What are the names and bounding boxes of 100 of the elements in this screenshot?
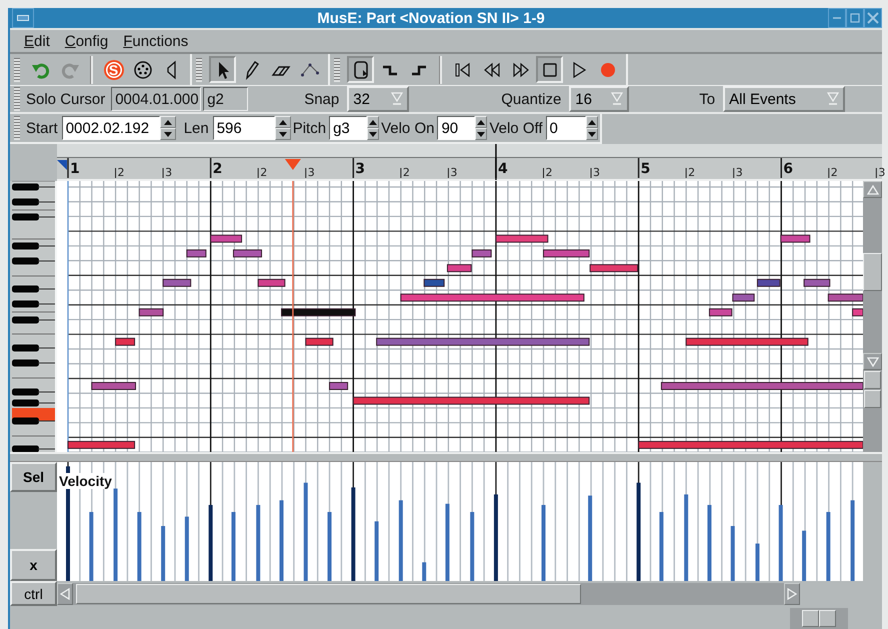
splitter-handle[interactable] <box>10 452 882 462</box>
note-block[interactable] <box>186 249 206 258</box>
zoom-out-button[interactable] <box>802 610 819 627</box>
ruler-label: 3 <box>308 166 315 179</box>
left-arrow-icon <box>60 588 70 600</box>
spin-down-button[interactable] <box>586 128 598 140</box>
zoom-in-button[interactable] <box>864 371 881 389</box>
spin-up-button[interactable] <box>274 116 291 128</box>
spin-down-button[interactable] <box>160 128 176 140</box>
note-block[interactable] <box>446 264 472 272</box>
note-block[interactable] <box>804 278 830 287</box>
spin-up-button[interactable] <box>586 116 598 128</box>
left-locator-marker[interactable] <box>57 160 67 170</box>
right-arrow-icon <box>787 588 797 600</box>
down-arrow-icon <box>866 356 878 366</box>
menu-item[interactable]: Config <box>64 32 108 50</box>
up-arrow-icon <box>866 184 878 194</box>
note-block[interactable] <box>780 234 810 243</box>
input-field[interactable]: 90 <box>437 116 476 140</box>
toolbar-grip[interactable] <box>14 58 20 82</box>
ruler-label: 3 <box>165 166 172 179</box>
spin-up-button[interactable] <box>160 116 176 128</box>
note-block[interactable] <box>68 440 136 449</box>
spin-up-button[interactable] <box>475 116 488 128</box>
scroll-left-button[interactable] <box>57 583 73 605</box>
toolbar-grip[interactable] <box>334 58 340 82</box>
note-block[interactable] <box>281 308 356 316</box>
controller-button[interactable]: ctrl <box>10 581 57 606</box>
note-block[interactable] <box>210 234 242 243</box>
select-button[interactable]: Sel <box>10 462 57 492</box>
ruler-label: 6 <box>783 161 793 177</box>
note-block[interactable] <box>305 338 334 346</box>
zoom-out-button[interactable] <box>864 390 881 408</box>
toolbar-grip[interactable] <box>196 58 202 82</box>
playhead-marker[interactable] <box>284 159 301 170</box>
note-block[interactable] <box>329 382 348 390</box>
toolbar-grip[interactable] <box>14 87 20 111</box>
scroll-down-button[interactable] <box>863 353 882 370</box>
note-block[interactable] <box>495 234 548 243</box>
note-block[interactable] <box>138 308 164 316</box>
toolbar-grip[interactable] <box>14 116 20 140</box>
input-field[interactable]: 0002.02.192 <box>62 116 160 140</box>
zoom-in-button[interactable] <box>819 610 836 627</box>
window-menu-button[interactable] <box>12 8 34 28</box>
scroll-thumb[interactable] <box>76 584 581 604</box>
input-field[interactable]: 596 <box>212 116 275 140</box>
dropdown[interactable]: 16 <box>569 86 630 112</box>
ruler-label: 5 <box>640 161 650 177</box>
note-block[interactable] <box>638 440 863 449</box>
midi-connector-icon <box>132 60 152 80</box>
input-field[interactable]: 0 <box>546 116 586 140</box>
note-block[interactable] <box>756 278 780 287</box>
note-block[interactable] <box>828 294 863 302</box>
note-block[interactable] <box>258 278 286 287</box>
note-block[interactable] <box>162 278 192 287</box>
down-arrow-icon <box>588 132 596 136</box>
loop-button[interactable] <box>347 56 374 83</box>
maximize-icon <box>850 13 860 23</box>
menu-item[interactable]: Edit <box>24 32 50 50</box>
up-arrow-icon <box>278 120 287 124</box>
note-block[interactable] <box>852 308 863 316</box>
note-block[interactable] <box>376 338 590 346</box>
down-arrow-icon <box>477 132 486 136</box>
ruler-label: 2 <box>830 166 838 179</box>
ruler-label: 2 <box>402 166 410 179</box>
combo-label: To <box>699 90 716 108</box>
controller-title: Velocity <box>59 473 113 489</box>
note-block[interactable] <box>232 249 262 258</box>
window-menu-icon <box>17 15 29 21</box>
minimize-icon <box>833 17 841 19</box>
scroll-thumb[interactable] <box>863 253 882 291</box>
scroll-right-button[interactable] <box>784 583 800 605</box>
note-block[interactable] <box>590 264 638 272</box>
ruler-label: 1 <box>70 161 80 177</box>
note-block[interactable] <box>543 249 590 258</box>
spin-down-button[interactable] <box>274 128 291 140</box>
note-block[interactable] <box>686 338 808 346</box>
solo-cursor-label: Solo Cursor <box>26 90 106 108</box>
spin-down-button[interactable] <box>367 128 380 140</box>
input-field[interactable]: g3 <box>329 116 368 140</box>
note-block[interactable] <box>732 294 755 302</box>
pointer-tool-button[interactable] <box>209 56 236 83</box>
menu-item[interactable]: Functions <box>123 32 188 50</box>
stop-button[interactable] <box>536 56 563 83</box>
up-arrow-icon <box>588 120 596 124</box>
note-block[interactable] <box>424 278 445 287</box>
field-label: Velo On <box>381 120 434 136</box>
song-position-line <box>495 144 497 180</box>
dropdown[interactable]: 32 <box>347 86 410 112</box>
spin-down-button[interactable] <box>475 128 488 140</box>
note-block[interactable] <box>708 308 732 316</box>
note-block[interactable] <box>115 338 136 346</box>
scroll-up-button[interactable] <box>863 181 882 198</box>
spin-up-button[interactable] <box>367 116 380 128</box>
ruler-label: 2 <box>118 166 125 179</box>
up-arrow-icon <box>477 120 486 124</box>
dropdown[interactable]: All Events <box>723 86 846 112</box>
note-block[interactable] <box>352 396 590 405</box>
note-block[interactable] <box>472 249 492 258</box>
note-block[interactable] <box>400 294 584 302</box>
